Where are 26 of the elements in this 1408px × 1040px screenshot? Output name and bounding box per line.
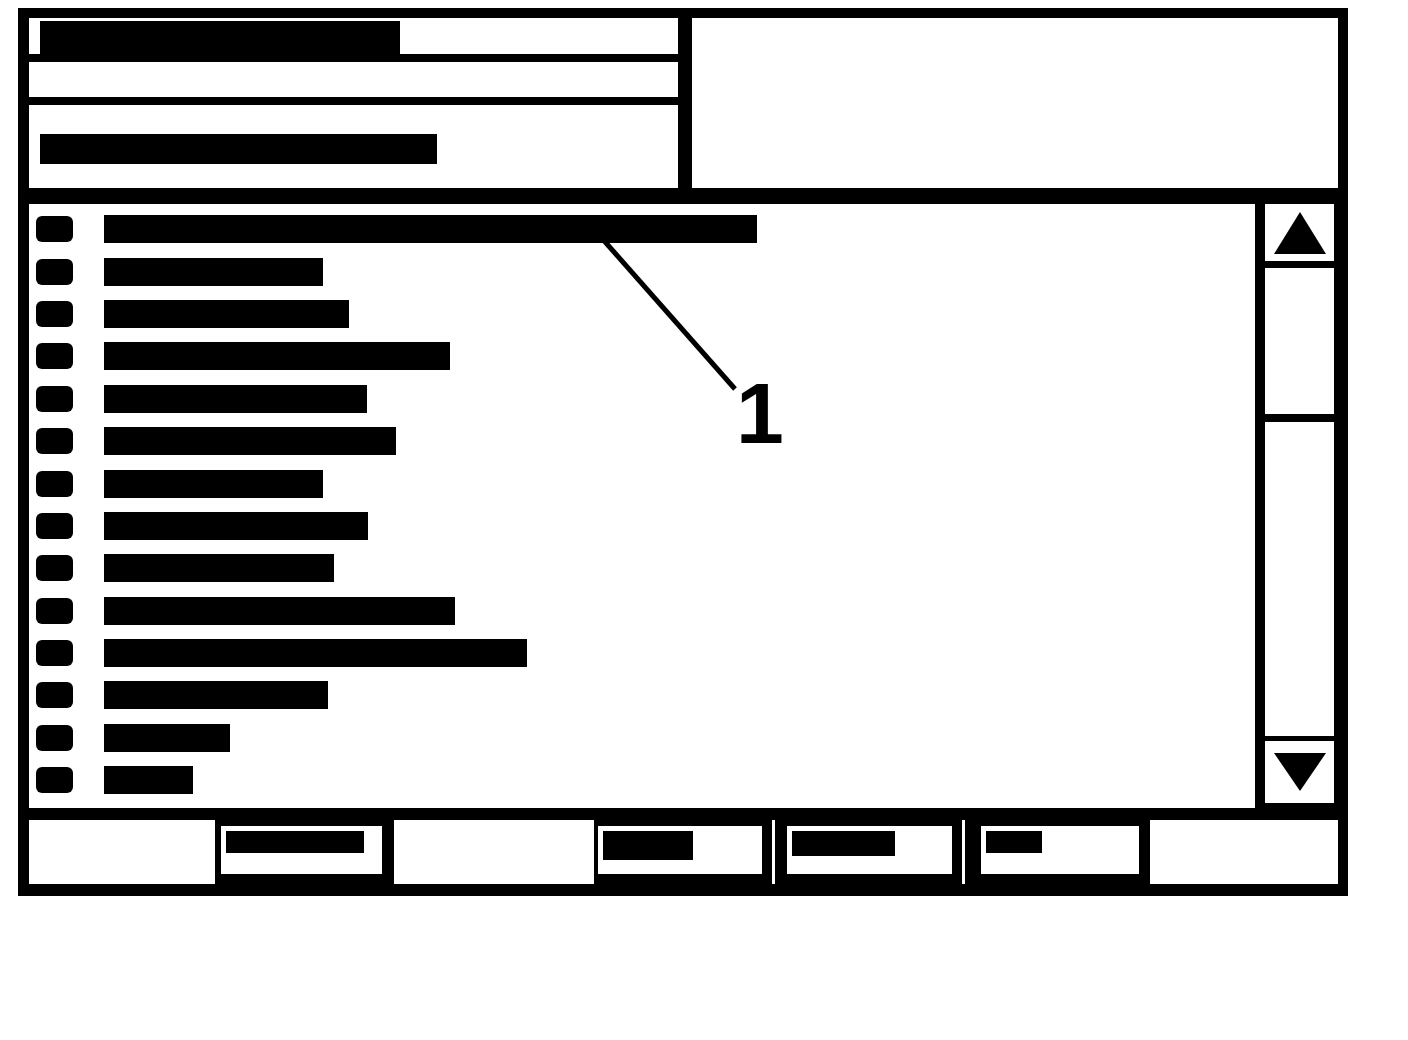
scroll-up-button[interactable] (1265, 204, 1334, 261)
scroll-down-button[interactable] (1265, 741, 1334, 803)
square-bullet-icon (36, 724, 73, 751)
text-field[interactable] (29, 62, 678, 97)
soft-key[interactable] (981, 826, 1139, 874)
soft-key[interactable] (221, 826, 382, 874)
square-bullet-icon (36, 343, 73, 370)
square-bullet-icon (36, 385, 73, 412)
square-bullet-icon (36, 767, 73, 794)
triangle-up-icon (1273, 211, 1326, 254)
square-bullet-icon (36, 640, 73, 667)
soft-key[interactable] (787, 826, 952, 874)
square-bullet-icon (36, 216, 73, 243)
square-bullet-icon (36, 470, 73, 497)
scrollbar-track[interactable] (1265, 268, 1334, 414)
triangle-down-icon (1273, 753, 1326, 791)
reference-numeral: 1 (736, 370, 784, 456)
square-bullet-icon (36, 300, 73, 327)
scrollbar-thumb[interactable] (1265, 422, 1334, 736)
square-bullet-icon (36, 428, 73, 455)
square-bullet-icon (36, 597, 73, 624)
square-bullet-icon (36, 258, 73, 285)
square-bullet-icon (36, 555, 73, 582)
soft-key[interactable] (598, 826, 762, 874)
square-bullet-icon (36, 682, 73, 709)
square-bullet-icon (36, 512, 73, 539)
